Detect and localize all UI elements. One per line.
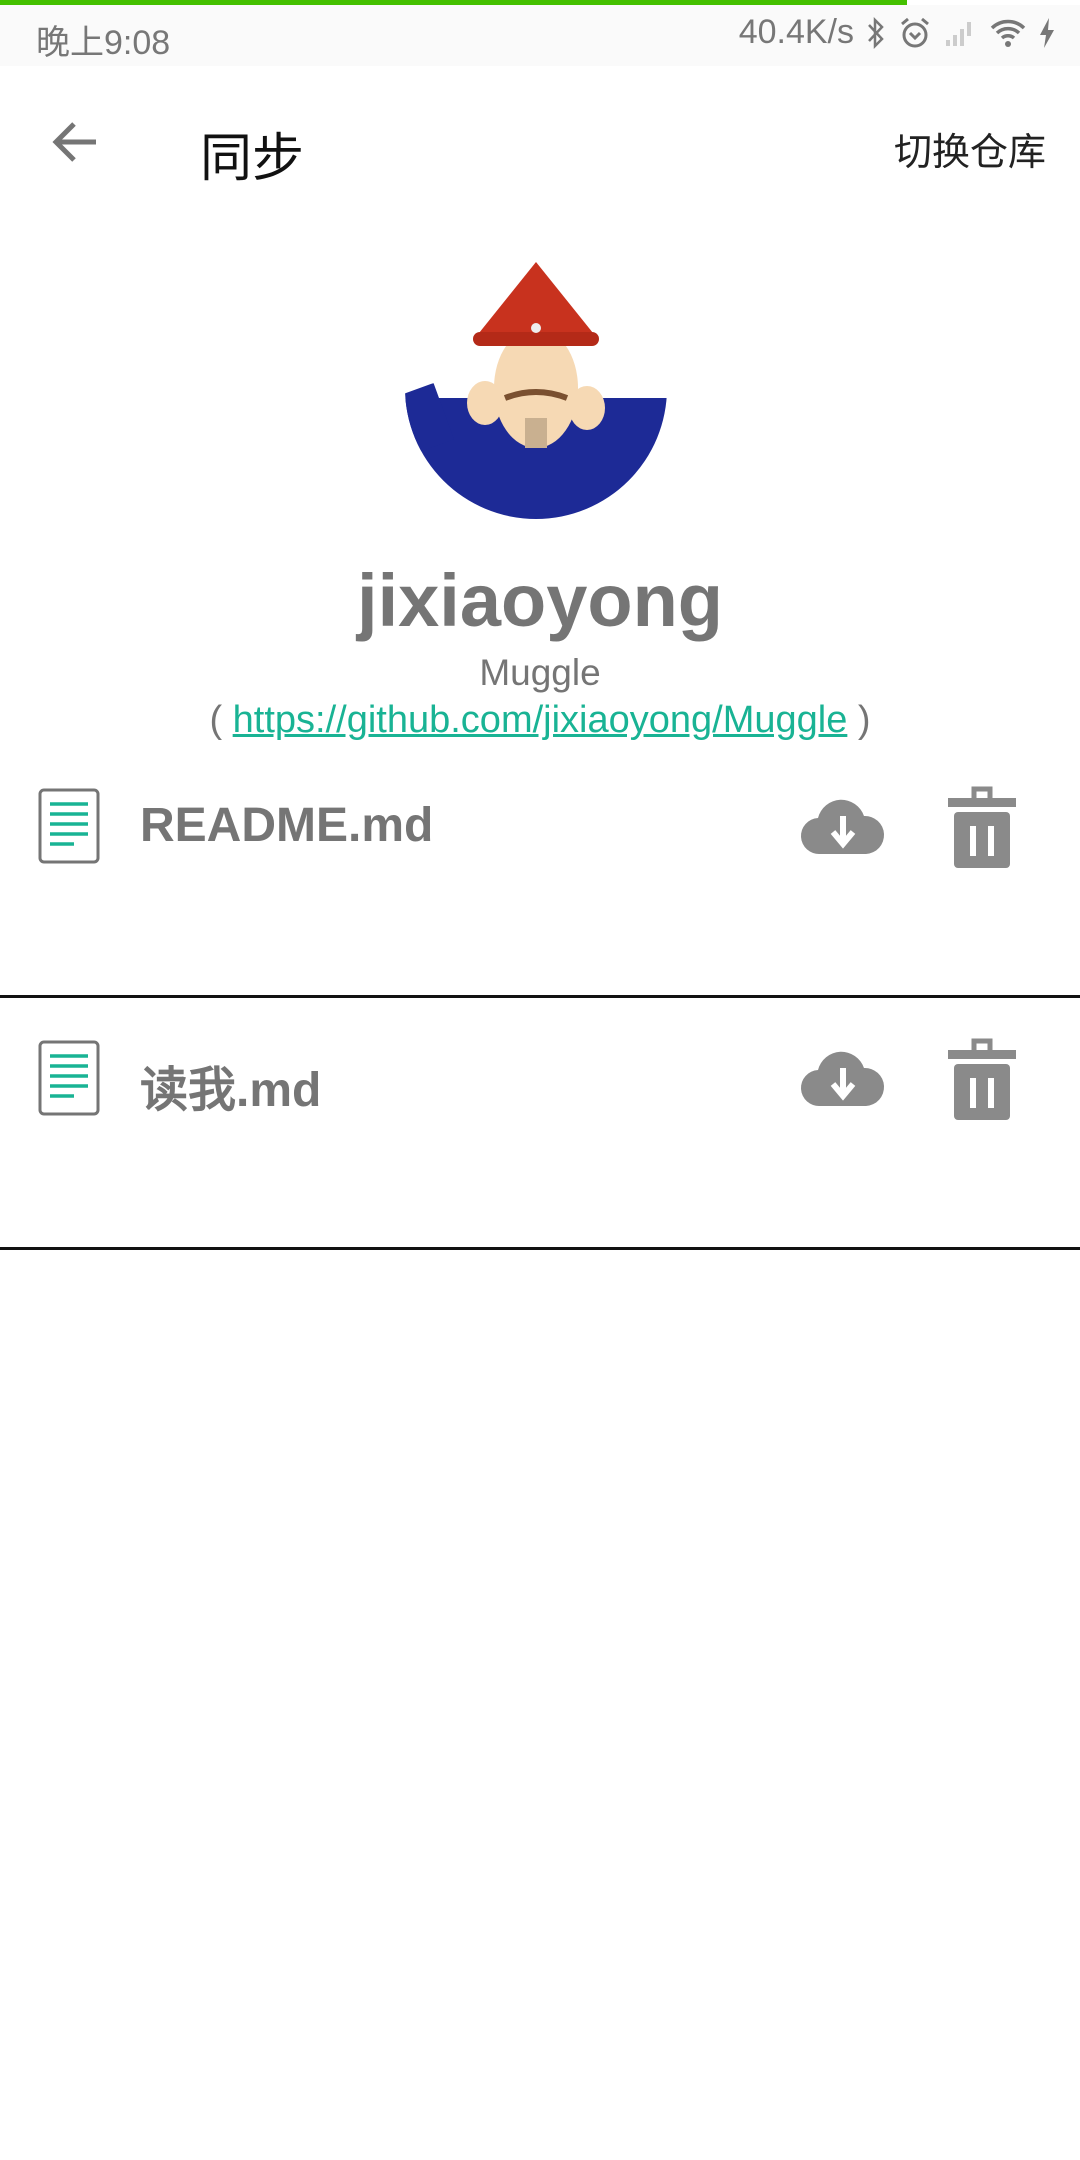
back-arrow-icon[interactable] xyxy=(46,112,106,172)
file-row[interactable]: README.md xyxy=(0,748,1080,998)
document-icon xyxy=(38,1040,100,1116)
repo-link-line: ( https://github.com/jixiaoyong/Muggle ) xyxy=(0,699,1080,742)
bluetooth-icon xyxy=(868,16,884,49)
network-speed: 40.4K/s xyxy=(738,13,854,51)
alarm-icon xyxy=(901,17,929,47)
repo-link[interactable]: https://github.com/jixiaoyong/Muggle xyxy=(233,699,848,741)
wifi-icon xyxy=(990,19,1026,47)
file-name: 读我.md xyxy=(140,1064,322,1117)
repo-name: Muggle xyxy=(479,652,601,693)
trash-icon[interactable] xyxy=(946,786,1018,868)
row-divider xyxy=(0,1247,1080,1250)
cloud-download-icon[interactable] xyxy=(800,788,886,864)
signal-icon xyxy=(946,21,971,46)
row-divider xyxy=(0,995,1080,998)
paren-close: ) xyxy=(857,699,871,741)
cloud-download-icon[interactable] xyxy=(800,1040,886,1116)
page-title: 同步 xyxy=(200,130,305,188)
file-row[interactable]: 读我.md xyxy=(0,1000,1080,1250)
toolbar: 同步 切换仓库 xyxy=(0,66,1080,222)
username: jixiaoyong xyxy=(357,559,723,642)
status-time: 晚上9:08 xyxy=(36,24,171,62)
paren-open: ( xyxy=(209,699,223,741)
switch-repo-button[interactable]: 切换仓库 xyxy=(894,121,1046,176)
avatar xyxy=(405,262,667,519)
document-icon xyxy=(38,788,100,864)
charging-icon xyxy=(1040,17,1054,48)
trash-icon[interactable] xyxy=(946,1038,1018,1120)
file-name: README.md xyxy=(140,799,434,852)
status-bar: 晚上9:08 40.4K/s xyxy=(0,5,1080,66)
